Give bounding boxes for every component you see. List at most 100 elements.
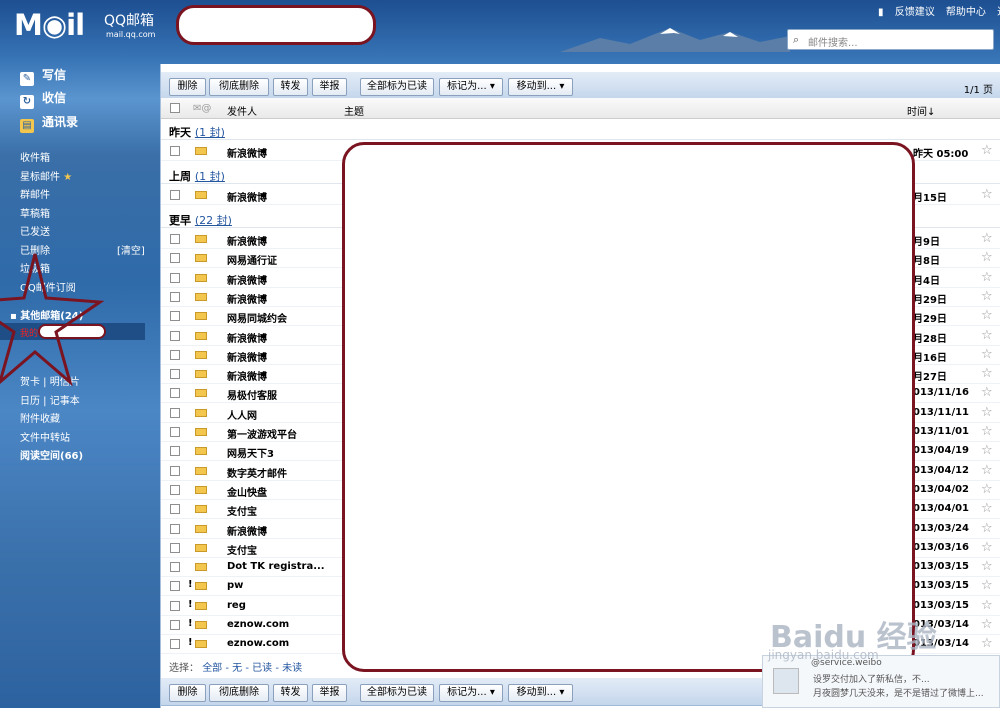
envelope-icon: [195, 505, 207, 514]
column-header: ✉@ 发件人 主题 时间↓: [161, 98, 1000, 119]
tool-notes[interactable]: 记事本: [50, 396, 80, 407]
row-checkbox[interactable]: [170, 484, 180, 495]
search-input[interactable]: 邮件搜索...: [808, 34, 858, 49]
phone-icon[interactable]: ▮: [878, 7, 884, 18]
row-checkbox[interactable]: [170, 446, 180, 457]
empty-trash-link[interactable]: [清空]: [117, 242, 145, 257]
mark-as-dropdown[interactable]: 标记为... ▾: [439, 78, 503, 96]
row-checkbox[interactable]: [170, 542, 180, 553]
row-checkbox[interactable]: [170, 388, 180, 399]
help-link[interactable]: 帮助中心: [946, 7, 986, 18]
row-checkbox[interactable]: [170, 253, 180, 264]
select-read-link[interactable]: 已读: [252, 663, 272, 674]
feedback-link[interactable]: 反馈建议: [895, 7, 935, 18]
row-checkbox[interactable]: [170, 369, 180, 380]
row-checkbox[interactable]: [170, 600, 180, 611]
mark-all-read-button[interactable]: 全部标为已读: [360, 78, 434, 96]
col-time[interactable]: 时间↓: [907, 103, 935, 118]
search-box[interactable]: ⌕ 邮件搜索...: [787, 29, 994, 50]
select-all-link[interactable]: 全部: [202, 663, 222, 674]
tool-reading-space[interactable]: 阅读空间(66): [20, 447, 83, 462]
group-count-link[interactable]: (22 封): [195, 214, 232, 227]
row-checkbox[interactable]: [170, 581, 180, 592]
mark-as-dropdown[interactable]: 标记为... ▾: [439, 684, 503, 702]
row-checkbox[interactable]: [170, 234, 180, 244]
delete-perm-button[interactable]: 彻底删除: [209, 78, 269, 96]
row-checkbox[interactable]: [170, 311, 180, 322]
forward-button[interactable]: 转发: [273, 684, 308, 702]
star-icon[interactable]: ☆: [981, 540, 993, 555]
select-none-link[interactable]: 无: [232, 663, 242, 674]
select-all-checkbox[interactable]: [170, 103, 180, 113]
delete-button[interactable]: 删除: [169, 78, 206, 96]
star-icon[interactable]: ☆: [981, 501, 993, 516]
delete-perm-button[interactable]: 彻底删除: [209, 684, 269, 702]
row-checkbox[interactable]: [170, 427, 180, 437]
star-icon[interactable]: ☆: [981, 366, 993, 381]
star-icon[interactable]: ☆: [981, 289, 993, 304]
star-icon[interactable]: ☆: [981, 308, 993, 323]
tool-calendar[interactable]: 日历 | 记事本: [20, 392, 80, 407]
folder-group[interactable]: 群邮件: [20, 186, 50, 201]
logo[interactable]: M◉il QQ邮箱 mail.qq.com: [14, 8, 155, 42]
star-icon[interactable]: ☆: [981, 270, 993, 285]
folder-drafts[interactable]: 草稿箱: [20, 205, 50, 220]
star-icon[interactable]: ☆: [981, 424, 993, 439]
mark-all-read-button[interactable]: 全部标为已读: [360, 684, 434, 702]
star-icon[interactable]: ☆: [981, 405, 993, 420]
row-checkbox[interactable]: [170, 407, 180, 418]
star-icon[interactable]: ☆: [981, 578, 993, 593]
star-icon[interactable]: ☆: [981, 347, 993, 362]
star-icon[interactable]: ☆: [981, 328, 993, 343]
group-count-link[interactable]: (1 封): [195, 170, 225, 183]
report-button[interactable]: 举报: [312, 78, 347, 96]
row-checkbox[interactable]: [170, 465, 180, 476]
star-icon[interactable]: ☆: [981, 521, 993, 536]
row-checkbox[interactable]: [170, 291, 180, 302]
star-icon[interactable]: ☆: [981, 463, 993, 478]
star-icon[interactable]: ☆: [981, 250, 993, 265]
row-checkbox[interactable]: [170, 330, 180, 341]
folder-sent[interactable]: 已发送: [20, 223, 50, 238]
annotation-star: [0, 253, 105, 387]
star-icon[interactable]: ☆: [981, 231, 993, 246]
receive-button[interactable]: ↻ 收信: [20, 89, 66, 109]
row-checkbox[interactable]: [170, 523, 180, 534]
folder-inbox[interactable]: 收件箱: [20, 149, 50, 164]
row-date: 013/03/16: [913, 541, 970, 553]
row-checkbox[interactable]: [170, 146, 180, 156]
col-subject[interactable]: 主题: [344, 103, 364, 118]
top-links: ▮ 反馈建议 帮助中心 退: [870, 3, 1000, 18]
row-checkbox[interactable]: [170, 190, 180, 200]
forward-button[interactable]: 转发: [273, 78, 308, 96]
search-icon: ⌕: [793, 33, 800, 46]
star-icon[interactable]: ☆: [981, 443, 993, 458]
move-to-dropdown[interactable]: 移动到... ▾: [508, 684, 573, 702]
report-button[interactable]: 举报: [312, 684, 347, 702]
star-icon[interactable]: ☆: [981, 385, 993, 400]
group-count-link[interactable]: (1 封): [195, 126, 225, 139]
row-checkbox[interactable]: [170, 349, 180, 360]
tool-attachments[interactable]: 附件收藏: [20, 410, 60, 425]
row-checkbox[interactable]: [170, 272, 180, 283]
move-to-dropdown[interactable]: 移动到... ▾: [508, 78, 573, 96]
row-checkbox[interactable]: [170, 504, 180, 515]
tool-file-transfer[interactable]: 文件中转站: [20, 429, 70, 444]
star-icon[interactable]: ☆: [981, 482, 993, 497]
row-checkbox[interactable]: [170, 562, 180, 573]
contacts-button[interactable]: ▤ 通讯录: [20, 113, 78, 133]
compose-button[interactable]: ✎ 写信: [20, 66, 66, 86]
chevron-down-icon: ▾: [559, 687, 565, 698]
folder-starred[interactable]: 星标邮件 ★: [20, 168, 72, 183]
row-date: 月9日: [913, 237, 940, 248]
select-unread-link[interactable]: 未读: [282, 663, 302, 674]
col-sender[interactable]: 发件人: [227, 103, 257, 118]
row-date: 月15日: [913, 193, 947, 204]
star-icon[interactable]: ☆: [981, 559, 993, 574]
row-checkbox[interactable]: [170, 639, 180, 650]
envelope-icon: [195, 331, 207, 340]
delete-button[interactable]: 删除: [169, 684, 206, 702]
row-checkbox[interactable]: [170, 620, 180, 630]
star-icon[interactable]: ☆: [981, 143, 993, 158]
star-icon[interactable]: ☆: [981, 187, 993, 202]
